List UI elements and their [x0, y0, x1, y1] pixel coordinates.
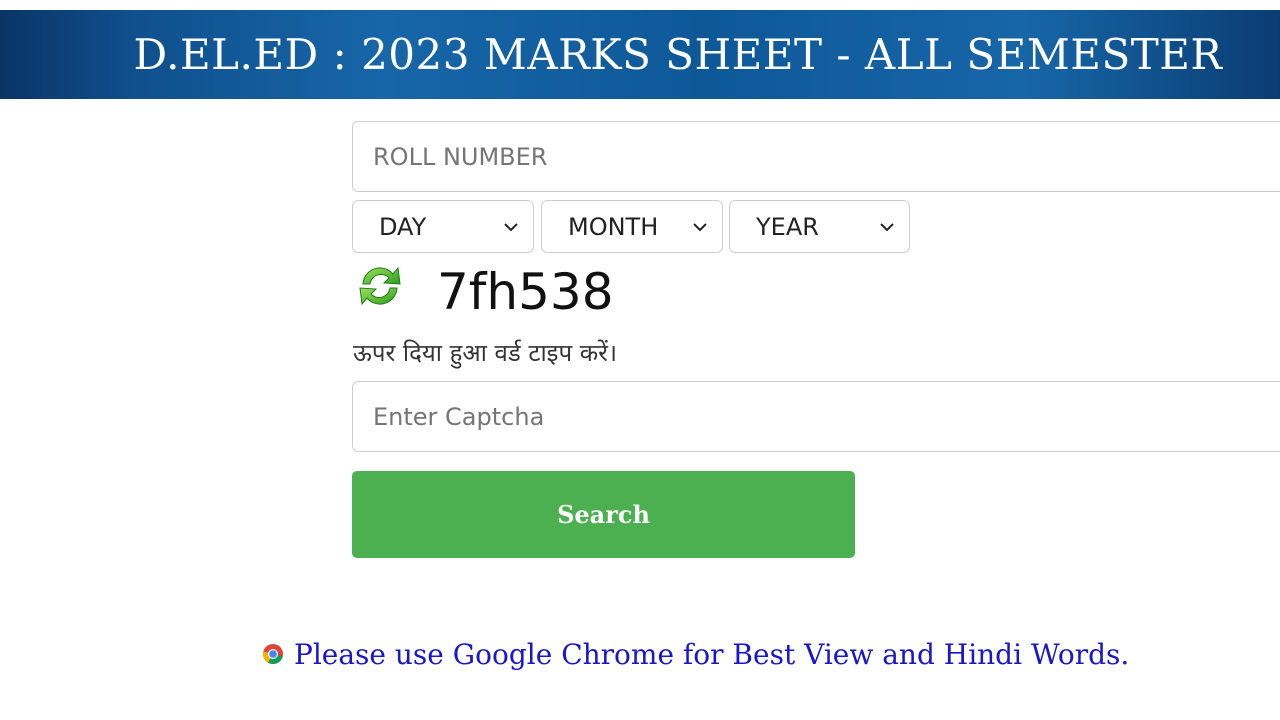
- chevron-down-icon: [880, 222, 894, 231]
- refresh-icon[interactable]: [355, 262, 405, 310]
- search-button[interactable]: Search: [352, 471, 855, 558]
- captcha-input[interactable]: [352, 381, 1280, 452]
- roll-number-input[interactable]: [352, 121, 1280, 192]
- chrome-icon: [262, 644, 283, 665]
- captcha-hint: ऊपर दिया हुआ वर्ड टाइप करें।: [353, 339, 618, 367]
- year-select-value: YEAR: [756, 212, 819, 241]
- chevron-down-icon: [504, 222, 518, 231]
- browser-note: Please use Google Chrome for Best View a…: [262, 634, 1129, 674]
- browser-note-text: Please use Google Chrome for Best View a…: [294, 637, 1130, 671]
- chevron-down-icon: [693, 222, 707, 231]
- page-title: D.EL.ED : 2023 MARKS SHEET - ALL SEMESTE…: [133, 30, 1223, 79]
- day-select-value: DAY: [379, 212, 427, 241]
- year-select[interactable]: YEAR: [729, 200, 910, 253]
- captcha-code: 7fh538: [437, 263, 614, 321]
- month-select[interactable]: MONTH: [541, 200, 723, 253]
- page-header: D.EL.ED : 2023 MARKS SHEET - ALL SEMESTE…: [0, 10, 1280, 99]
- day-select[interactable]: DAY: [352, 200, 534, 253]
- month-select-value: MONTH: [568, 212, 659, 241]
